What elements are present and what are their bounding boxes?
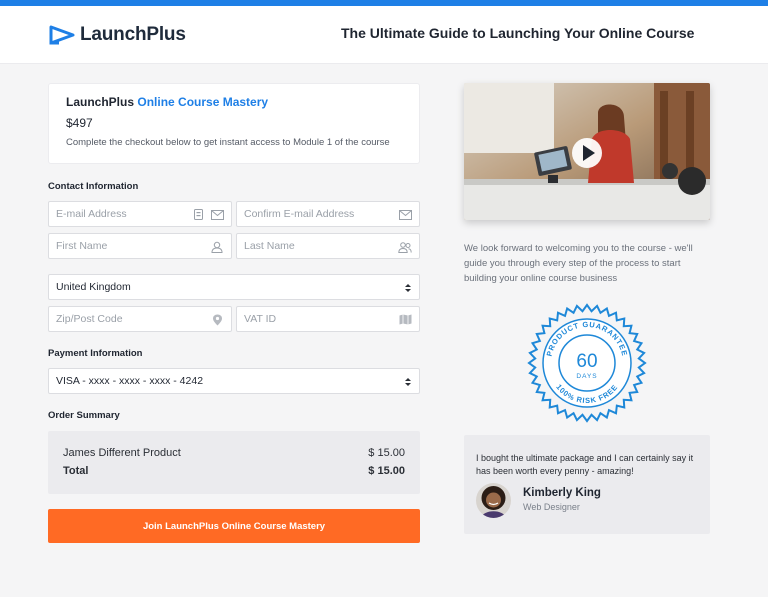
- id-card-icon: [191, 208, 205, 221]
- card-select[interactable]: VISA - xxxx - xxxx - xxxx - 4242: [48, 368, 420, 394]
- vat-placeholder: VAT ID: [244, 313, 277, 325]
- confirm-email-placeholder: Confirm E-mail Address: [244, 208, 355, 220]
- user-icon: [210, 240, 224, 253]
- first-name-field[interactable]: First Name: [48, 233, 232, 259]
- welcome-text: We look forward to welcoming you to the …: [464, 243, 693, 284]
- testimonial-name: Kimberly King: [523, 487, 601, 499]
- testimonial-card: I bought the ultimate package and I can …: [464, 435, 710, 534]
- product-price: $497: [66, 116, 93, 130]
- location-pin-icon: [210, 313, 224, 326]
- product-card: LaunchPlus Online Course Mastery $497 Co…: [48, 83, 420, 164]
- zip-placeholder: Zip/Post Code: [56, 313, 123, 325]
- badge-number: 60: [576, 351, 597, 372]
- last-name-field[interactable]: Last Name: [236, 233, 420, 259]
- order-item-name: James Different Product: [63, 447, 181, 459]
- order-line-item: James Different Product $ 15.00: [63, 447, 405, 459]
- vat-field[interactable]: VAT ID: [236, 306, 420, 332]
- zip-field[interactable]: Zip/Post Code: [48, 306, 232, 332]
- contact-section-label: Contact Information: [48, 181, 139, 192]
- order-item-price: $ 15.00: [368, 447, 405, 459]
- first-name-placeholder: First Name: [56, 240, 108, 252]
- users-icon: [398, 240, 412, 253]
- course-video[interactable]: [464, 83, 710, 220]
- testimonial-role: Web Designer: [523, 502, 580, 512]
- logo[interactable]: LaunchPlus: [49, 24, 186, 46]
- product-title: LaunchPlus Online Course Mastery: [66, 95, 402, 109]
- envelope-icon: [398, 208, 412, 221]
- testimonial-quote: I bought the ultimate package and I can …: [476, 453, 694, 476]
- product-name: Online Course Mastery: [137, 95, 269, 109]
- country-value: United Kingdom: [56, 281, 131, 293]
- product-description: Complete the checkout below to get insta…: [66, 137, 390, 148]
- payment-section-label: Payment Information: [48, 348, 143, 359]
- confirm-email-field[interactable]: Confirm E-mail Address: [236, 201, 420, 227]
- map-icon: [398, 313, 412, 326]
- header: LaunchPlus The Ultimate Guide to Launchi…: [0, 6, 768, 64]
- order-total-row: Total $ 15.00: [63, 465, 405, 477]
- checkout-column: LaunchPlus Online Course Mastery $497 Co…: [48, 83, 420, 164]
- country-select[interactable]: United Kingdom: [48, 274, 420, 300]
- video-thumbnail: [464, 83, 710, 220]
- last-name-placeholder: Last Name: [244, 240, 295, 252]
- product-brand: LaunchPlus: [66, 95, 135, 109]
- envelope-icon: [210, 208, 224, 221]
- avatar: [476, 483, 511, 518]
- page-title: The Ultimate Guide to Launching Your Onl…: [341, 25, 695, 41]
- order-summary: James Different Product $ 15.00 Total $ …: [48, 431, 420, 494]
- select-caret-icon: [404, 376, 412, 388]
- badge-days: DAYS: [576, 373, 597, 380]
- launch-logo-icon: [49, 25, 75, 45]
- join-button[interactable]: Join LaunchPlus Online Course Mastery: [48, 509, 420, 543]
- order-summary-label: Order Summary: [48, 410, 120, 421]
- guarantee-badge: PRODUCT GUARANTEE 100% RISK FREE 60 DAYS: [527, 303, 647, 423]
- select-caret-icon: [404, 282, 412, 294]
- card-value: VISA - xxxx - xxxx - xxxx - 4242: [56, 375, 204, 387]
- order-total-label: Total: [63, 465, 89, 477]
- logo-text: LaunchPlus: [80, 24, 186, 45]
- order-total-value: $ 15.00: [368, 465, 405, 477]
- guarantee-seal-icon: PRODUCT GUARANTEE 100% RISK FREE 60 DAYS: [527, 303, 647, 423]
- email-field[interactable]: E-mail Address: [48, 201, 232, 227]
